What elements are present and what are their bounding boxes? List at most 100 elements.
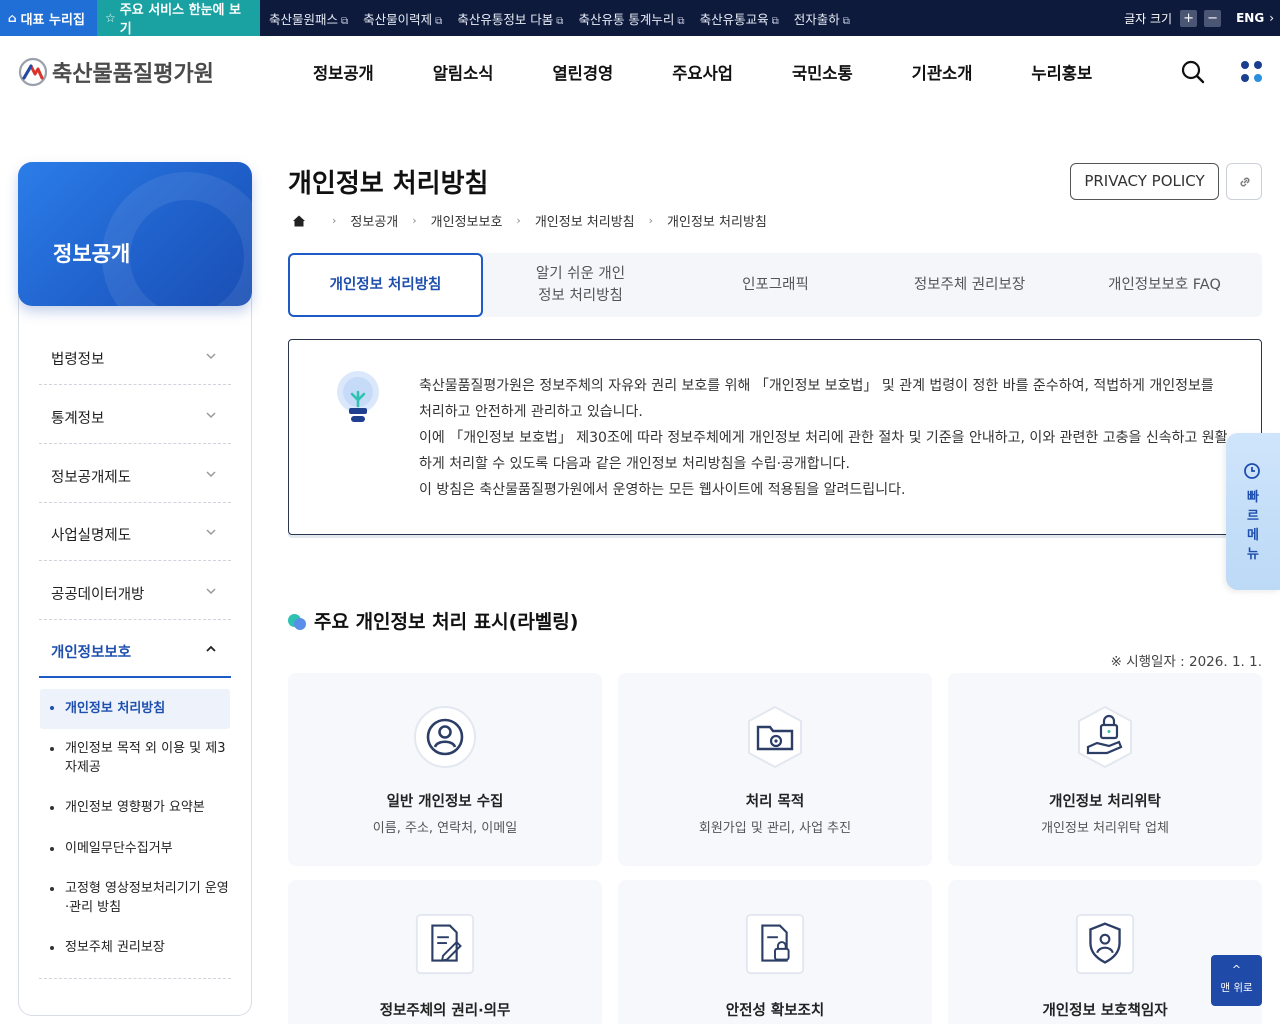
document-lock-icon <box>745 913 805 975</box>
breadcrumb-item[interactable]: 개인정보 처리방침 <box>667 211 767 230</box>
lightbulb-icon <box>337 371 379 422</box>
label-card-general-collection[interactable]: 일반 개인정보 수집 이름, 주소, 연락처, 이메일 <box>288 673 602 866</box>
label-card-purpose[interactable]: 처리 목적 회원가입 및 관리, 사업 추진 <box>618 673 932 866</box>
breadcrumb-item[interactable]: 정보공개 <box>350 211 398 230</box>
quick-menu-label: 빠르메뉴 <box>1247 490 1259 562</box>
tab-subject-rights[interactable]: 정보주체 권리보장 <box>872 253 1067 317</box>
breadcrumb: › 정보공개 › 개인정보보호 › 개인정보 처리방침 › 개인정보 처리방침 <box>292 211 767 230</box>
privacy-policy-button[interactable]: PRIVACY POLICY <box>1070 163 1219 200</box>
family-link-eshipping[interactable]: 전자출하 ⧉ <box>794 9 850 28</box>
family-link-trace[interactable]: 축산물이력제 ⧉ <box>363 9 442 28</box>
chevron-down-icon <box>206 412 216 419</box>
services-overview-link[interactable]: ☆ 주요 서비스 한눈에 보기 <box>97 0 260 37</box>
clock-arrow-icon <box>1244 463 1260 479</box>
sidebar-divider <box>39 978 231 979</box>
sidebar-subitem-label: 정보주체 권리보장 <box>65 940 165 955</box>
utility-bar: ⌂ 대표 누리집 ☆ 주요 서비스 한눈에 보기 축산물원패스 ⧉ 축산물이력제 ⧉… <box>0 0 1280 37</box>
family-site-links: 축산물원패스 ⧉ 축산물이력제 ⧉ 축산유통정보 다봄 ⧉ 축산유통 통계누리 ⧉ 축산… <box>260 0 856 36</box>
sidebar-subitem-rights[interactable]: 정보주체 권리보장 <box>40 938 230 957</box>
breadcrumb-item[interactable]: 개인정보 처리방침 <box>535 211 635 230</box>
gnb-item-management[interactable]: 열린경영 <box>552 60 613 84</box>
intro-paragraph: 이에 「개인정보 보호법」 제30조에 따라 정보주체에게 개인정보 처리에 관… <box>419 430 1228 472</box>
sidebar-item-opendata[interactable]: 공공데이터개방 <box>39 561 231 620</box>
font-size-label: 글자 크기 <box>1124 11 1173 26</box>
card-description: 이름, 주소, 연락처, 이메일 <box>372 821 518 836</box>
family-link-onepass[interactable]: 축산물원패스 ⧉ <box>269 9 348 28</box>
external-link-icon: ⧉ <box>556 15 564 27</box>
chevron-up-icon <box>206 645 216 652</box>
back-to-top-label: 맨 위로 <box>1220 982 1253 994</box>
chevron-down-icon <box>206 471 216 478</box>
user-circle-icon <box>414 706 476 768</box>
family-link-edu[interactable]: 축산유통교육 ⧉ <box>700 9 779 28</box>
logo-text: 축산물품질평가원 <box>52 62 214 87</box>
gnb-item-about[interactable]: 기관소개 <box>912 60 973 84</box>
font-decrease-button[interactable]: − <box>1204 9 1222 27</box>
external-link-icon: ⧉ <box>842 15 850 27</box>
labeling-section-title: 주요 개인정보 처리 표시(라벨링) <box>288 607 578 634</box>
sidebar-subitem-third-party[interactable]: 개인정보 목적 외 이용 및 제3자제공 <box>40 739 230 777</box>
home-icon[interactable] <box>292 214 306 228</box>
link-icon <box>1240 177 1250 187</box>
gnb-item-business[interactable]: 주요사업 <box>672 60 733 84</box>
sidebar-subitem-cctv[interactable]: 고정형 영상정보처리기기 운영·관리 방침 <box>40 879 230 917</box>
shield-user-icon <box>1075 913 1135 975</box>
sidebar-subitem-email[interactable]: 이메일무단수집거부 <box>40 839 230 858</box>
sidebar-title: 정보공개 <box>53 242 131 266</box>
sidebar-item-stats[interactable]: 통계정보 <box>39 385 231 444</box>
gnb-item-news[interactable]: 알림소식 <box>433 60 494 84</box>
sidebar-item-privacy[interactable]: 개인정보보호 <box>39 619 231 678</box>
label-card-rights-duties[interactable]: 정보주체의 권리·의무 <box>288 880 602 1024</box>
chevron-right-icon: › <box>1269 11 1274 25</box>
share-link-button[interactable] <box>1226 163 1262 200</box>
chevron-right-icon: › <box>516 214 521 227</box>
label-card-outsourcing[interactable]: 개인정보 처리위탁 개인정보 처리위탁 업체 <box>948 673 1262 866</box>
main-navigation: 정보공개 알림소식 열린경영 주요사업 국민소통 기관소개 누리홍보 <box>313 60 1151 84</box>
sidebar-subitem-privacy-policy[interactable]: 개인정보 처리방침 <box>40 689 230 729</box>
breadcrumb-item[interactable]: 개인정보보호 <box>431 211 503 230</box>
logo-mark-icon <box>18 57 48 87</box>
sidebar-item-label: 통계정보 <box>51 411 105 427</box>
tab-faq[interactable]: 개인정보보호 FAQ <box>1067 253 1262 317</box>
back-to-top-button[interactable]: ^ 맨 위로 <box>1211 955 1262 1006</box>
tab-privacy-policy[interactable]: 개인정보 처리방침 <box>288 253 483 317</box>
font-increase-button[interactable]: + <box>1180 9 1198 27</box>
site-logo[interactable]: 축산물품질평가원 <box>18 56 214 88</box>
home-icon: ⌂ <box>8 11 17 25</box>
quick-menu-tab[interactable]: 빠르메뉴 <box>1226 433 1280 590</box>
sidebar-subitem-label: 개인정보 영향평가 요약본 <box>65 800 205 815</box>
sidebar-subitem-impact[interactable]: 개인정보 영향평가 요약본 <box>40 798 230 817</box>
card-description: 회원가입 및 관리, 사업 추진 <box>698 821 852 836</box>
label-card-safety[interactable]: 안전성 확보조치 <box>618 880 932 1024</box>
gnb-item-communication[interactable]: 국민소통 <box>792 60 853 84</box>
tab-easy-policy[interactable]: 알기 쉬운 개인정보 처리방침 <box>483 253 678 317</box>
gnb-item-info[interactable]: 정보공개 <box>313 60 374 84</box>
family-link-dabom[interactable]: 축산유통정보 다봄 ⧉ <box>457 9 563 28</box>
chevron-up-icon: ^ <box>1231 963 1242 976</box>
external-link-icon: ⧉ <box>771 15 779 27</box>
sidebar-item-realname[interactable]: 사업실명제도 <box>39 502 231 561</box>
chevron-right-icon: › <box>648 214 654 227</box>
document-pen-icon <box>415 913 475 975</box>
search-icon[interactable] <box>1181 60 1205 84</box>
portal-main-link[interactable]: ⌂ 대표 누리집 <box>0 0 97 36</box>
card-title: 안전성 확보조치 <box>725 1003 825 1019</box>
chevron-right-icon: › <box>332 214 337 227</box>
sidebar-item-label: 공공데이터개방 <box>51 587 145 603</box>
sidebar-subitem-label: 개인정보 처리방침 <box>65 701 166 716</box>
sidebar-item-disclosure[interactable]: 정보공개제도 <box>39 444 231 503</box>
card-description: 개인정보 처리위탁 업체 <box>1041 821 1169 836</box>
gnb-item-pr[interactable]: 누리홍보 <box>1031 60 1092 84</box>
external-link-icon: ⧉ <box>435 15 443 27</box>
family-link-stats[interactable]: 축산유통 통계누리 ⧉ <box>578 9 684 28</box>
sidebar-header-card: 정보공개 <box>18 162 252 306</box>
language-english-link[interactable]: ENG › <box>1236 11 1274 25</box>
sidebar-item-label: 법령정보 <box>51 352 105 368</box>
chevron-down-icon <box>206 529 216 536</box>
content-tabs: 개인정보 처리방침 알기 쉬운 개인정보 처리방침 인포그래픽 정보주체 권리보… <box>288 253 1262 317</box>
portal-main-label: 대표 누리집 <box>20 12 85 28</box>
folder-gear-icon <box>748 705 802 769</box>
sitemap-menu-icon[interactable] <box>1240 60 1264 84</box>
tab-infographic[interactable]: 인포그래픽 <box>678 253 873 317</box>
sidebar-item-law[interactable]: 법령정보 <box>39 326 231 385</box>
